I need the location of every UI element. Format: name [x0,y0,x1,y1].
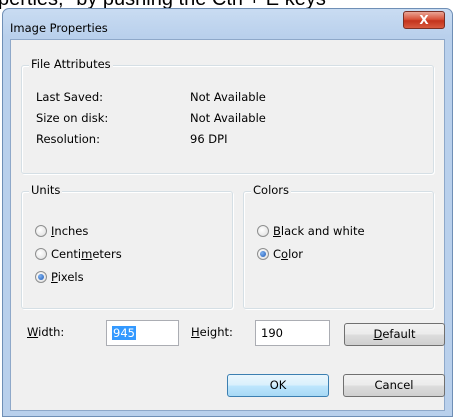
radio-pixels-indicator[interactable] [35,271,47,283]
ok-button-label: OK [269,378,287,392]
file-attributes-group: File Attributes Last Saved: Not Availabl… [21,57,434,174]
size-on-disk-value: Not Available [190,111,266,125]
close-icon: X [419,13,429,27]
height-input-value: 190 [261,326,283,340]
units-legend: Units [29,183,63,197]
radio-centimeters[interactable]: Centimeters [35,247,122,261]
width-input-value: 945 [112,326,136,340]
radio-black-and-white[interactable]: Black and white [257,224,365,238]
radio-inches[interactable]: Inches [35,224,88,238]
resolution-label: Resolution: [36,132,100,146]
radio-centimeters-label: Centimeters [51,247,122,261]
width-label: Width: [27,325,65,339]
colors-group: Colors Black and white Color [243,183,434,309]
resolution-value: 96 DPI [190,132,228,146]
colors-legend: Colors [251,183,292,197]
height-input[interactable]: 190 [255,320,330,346]
last-saved-label: Last Saved: [36,90,104,104]
radio-black-and-white-indicator[interactable] [257,225,269,237]
cancel-button-label: Cancel [374,378,414,392]
radio-color-indicator[interactable] [257,248,269,260]
close-button[interactable]: X [403,11,445,29]
height-label: Height: [191,325,233,339]
radio-inches-label: Inches [51,224,89,238]
radio-black-and-white-label: Black and white [273,224,365,238]
width-input[interactable]: 945 [106,320,179,346]
radio-pixels-label: Pixels [51,270,84,284]
image-properties-dialog: Image Properties X File Attributes Last … [2,8,453,417]
default-button[interactable]: Default [344,323,445,346]
dialog-title: Image Properties [10,21,108,35]
radio-centimeters-indicator[interactable] [35,248,47,260]
radio-inches-indicator[interactable] [35,225,47,237]
ok-button[interactable]: OK [227,374,329,397]
units-group: Units Inches Centimeters Pixels [21,183,233,309]
dialog-client-area: File Attributes Last Saved: Not Availabl… [10,39,445,411]
cancel-button[interactable]: Cancel [343,374,445,397]
title-bar[interactable]: Image Properties X [3,9,452,39]
radio-color-label: Color [273,247,304,261]
file-attributes-legend: File Attributes [29,57,113,71]
size-on-disk-label: Size on disk: [36,111,109,125]
radio-pixels[interactable]: Pixels [35,270,84,284]
radio-color[interactable]: Color [257,247,303,261]
last-saved-value: Not Available [190,90,266,104]
